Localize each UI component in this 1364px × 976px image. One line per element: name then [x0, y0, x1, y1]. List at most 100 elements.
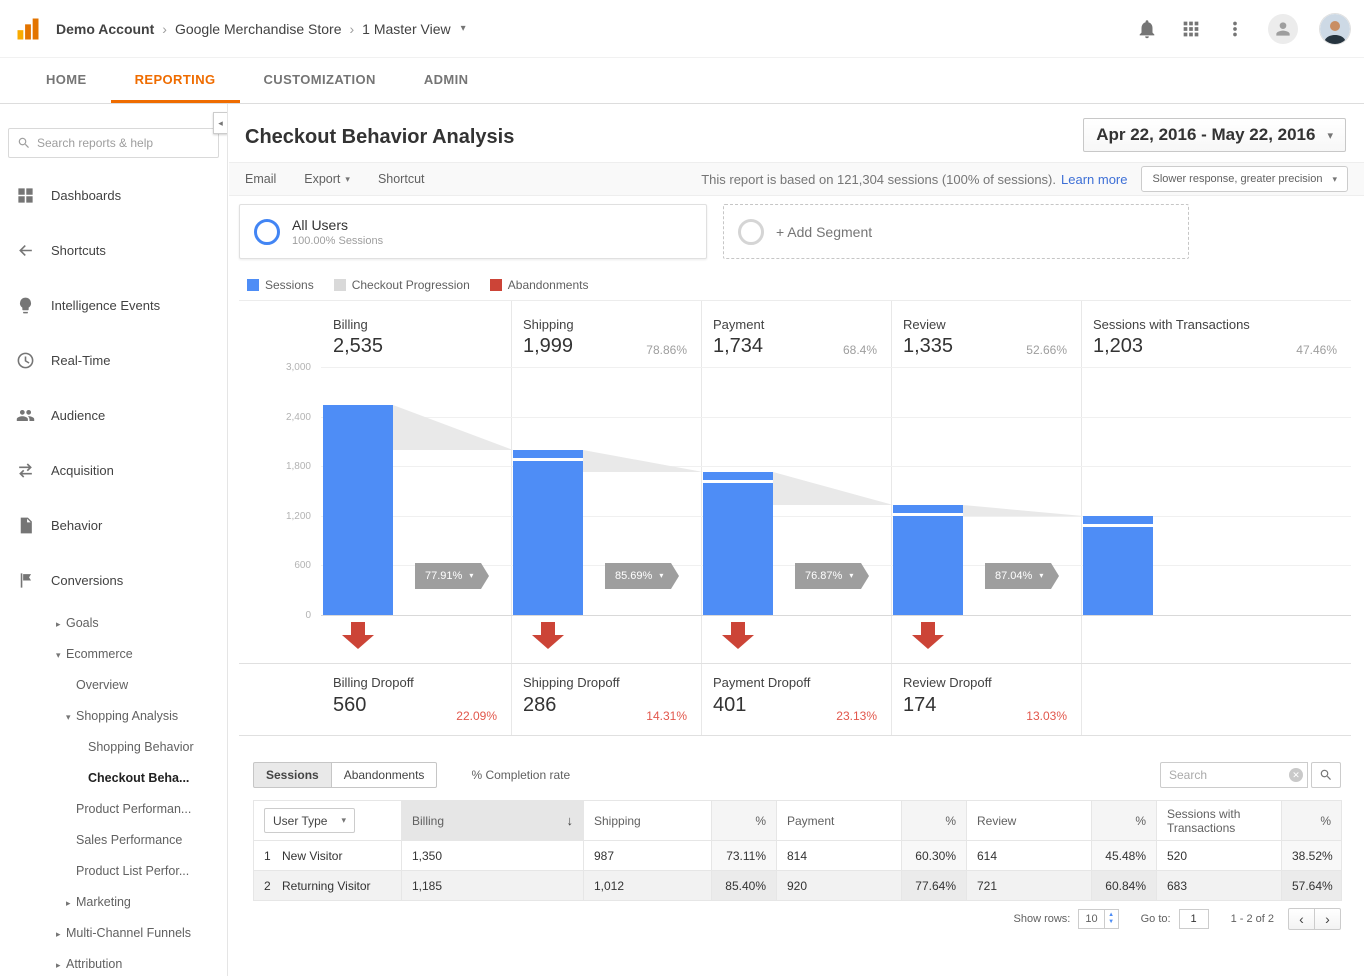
column-header-shipping[interactable]: Shipping: [584, 801, 712, 841]
spinner-arrows-icon[interactable]: ▲▼: [1105, 909, 1119, 929]
sidebar-item-product-performance[interactable]: Product Performan...: [0, 794, 227, 825]
funnel-bar-transactions[interactable]: [1083, 516, 1153, 615]
more-vertical-icon[interactable]: [1224, 18, 1246, 40]
account-avatar-icon[interactable]: [1268, 14, 1298, 44]
next-page-button[interactable]: ›: [1314, 908, 1341, 930]
clear-search-icon[interactable]: ✕: [1289, 768, 1303, 782]
sidebar-item-attribution[interactable]: ▸Attribution: [0, 949, 227, 976]
search-reports-input[interactable]: [37, 136, 210, 150]
topbar-actions: [1136, 14, 1350, 44]
goto-page-input[interactable]: [1179, 909, 1209, 929]
caret-icon: ▾: [66, 702, 76, 733]
sidebar-item-marketing[interactable]: ▸Marketing: [0, 887, 227, 918]
breadcrumb: Demo Account › Google Merchandise Store …: [56, 21, 466, 37]
tab-admin[interactable]: ADMIN: [400, 58, 493, 103]
legend-sessions: Sessions: [247, 278, 314, 292]
funnel-bar-payment[interactable]: [703, 472, 773, 615]
sidebar-item-real-time[interactable]: Real-Time: [0, 333, 227, 388]
sidebar-item-goals[interactable]: ▸Goals: [0, 608, 227, 639]
tree-item-label: Product List Perfor...: [76, 864, 189, 878]
sidebar-item-dashboards[interactable]: Dashboards: [0, 168, 227, 223]
user-type-dropdown[interactable]: User Type▾: [264, 808, 355, 833]
google-analytics-logo[interactable]: [14, 15, 42, 43]
sidebar-item-multi-channel-funnels[interactable]: ▸Multi-Channel Funnels: [0, 918, 227, 949]
email-button[interactable]: Email: [245, 172, 276, 186]
sidebar-item-checkout-behavior[interactable]: Checkout Beha...: [0, 763, 227, 794]
progression-rate-chip: 77.91%▾: [415, 563, 481, 589]
shortcut-button[interactable]: Shortcut: [378, 172, 425, 186]
main-content: Checkout Behavior Analysis Apr 22, 2016 …: [229, 104, 1364, 976]
column-header-shipping-pct[interactable]: %: [712, 801, 777, 841]
search-icon: [1319, 768, 1333, 782]
segment-all-users[interactable]: All Users 100.00% Sessions: [239, 204, 707, 259]
sidebar-item-acquisition[interactable]: Acquisition: [0, 443, 227, 498]
completion-rate-label[interactable]: % Completion rate: [471, 768, 570, 782]
funnel-bar-billing[interactable]: [323, 405, 393, 615]
sessions-note: This report is based on 121,304 sessions…: [701, 172, 1056, 187]
tab-reporting[interactable]: REPORTING: [111, 58, 240, 103]
funnel-bar-shipping[interactable]: [513, 450, 583, 615]
search-button[interactable]: [1311, 762, 1341, 788]
tab-home[interactable]: HOME: [22, 58, 111, 103]
sidebar-item-overview[interactable]: Overview: [0, 670, 227, 701]
breadcrumb-property[interactable]: Google Merchandise Store: [175, 21, 342, 37]
segments-row: All Users 100.00% Sessions + Add Segment: [239, 204, 1189, 259]
caret-icon: ▾: [56, 640, 66, 671]
sidebar-item-label: Dashboards: [51, 188, 121, 203]
sidebar-item-conversions[interactable]: Conversions: [0, 553, 227, 608]
chevron-down-icon[interactable]: ▾: [461, 23, 466, 34]
sidebar-item-sales-performance[interactable]: Sales Performance: [0, 825, 227, 856]
cell-shipping-pct: 85.40%: [712, 871, 777, 901]
table-tab-abandonments[interactable]: Abandonments: [331, 762, 438, 788]
column-header-review[interactable]: Review: [967, 801, 1092, 841]
funnel-bar-review[interactable]: [893, 505, 963, 615]
column-header-payment[interactable]: Payment: [777, 801, 902, 841]
chevron-down-icon: ▾: [345, 174, 350, 185]
previous-page-button[interactable]: ‹: [1288, 908, 1315, 930]
add-segment-button[interactable]: + Add Segment: [723, 204, 1189, 259]
legend-abandonments: Abandonments: [490, 278, 589, 292]
page-title: Checkout Behavior Analysis: [245, 126, 514, 149]
table-tab-sessions[interactable]: Sessions: [253, 762, 332, 788]
export-button[interactable]: Export▾: [304, 172, 350, 186]
date-range-picker[interactable]: Apr 22, 2016 - May 22, 2016 ▾: [1083, 118, 1346, 152]
tree-item-label: Attribution: [66, 957, 122, 971]
breadcrumb-view[interactable]: 1 Master View: [362, 21, 450, 37]
learn-more-link[interactable]: Learn more: [1061, 172, 1127, 187]
profile-photo-avatar[interactable]: [1320, 14, 1350, 44]
dropoff-billing: Billing Dropoff56022.09%: [321, 663, 511, 735]
show-rows-select[interactable]: 10 ▲▼: [1078, 909, 1118, 929]
sidebar-collapse-button[interactable]: ◂: [213, 112, 228, 134]
sidebar-item-audience[interactable]: Audience: [0, 388, 227, 443]
tree-item-label: Shopping Analysis: [76, 709, 178, 723]
sidebar: ◂ Dashboards Shortcuts Intelligence Even…: [0, 104, 228, 976]
sidebar-item-shopping-behavior[interactable]: Shopping Behavior: [0, 732, 227, 763]
search-icon: [17, 136, 31, 150]
sidebar-item-shortcuts[interactable]: Shortcuts: [0, 223, 227, 278]
column-header-transactions-pct[interactable]: %: [1282, 801, 1342, 841]
breadcrumb-account[interactable]: Demo Account: [56, 21, 154, 37]
column-header-review-pct[interactable]: %: [1092, 801, 1157, 841]
precision-dropdown[interactable]: Slower response, greater precision▾: [1141, 166, 1348, 192]
table-search-input[interactable]: [1160, 762, 1308, 788]
cell-transactions: 520: [1157, 841, 1282, 871]
sidebar-sections: Dashboards Shortcuts Intelligence Events…: [0, 168, 227, 608]
sidebar-item-product-list-performance[interactable]: Product List Perfor...: [0, 856, 227, 887]
sidebar-item-intelligence-events[interactable]: Intelligence Events: [0, 278, 227, 333]
cell-review: 614: [967, 841, 1092, 871]
cell-review-pct: 45.48%: [1092, 841, 1157, 871]
column-header-billing[interactable]: Billing↓: [402, 801, 584, 841]
apps-grid-icon[interactable]: [1180, 18, 1202, 40]
column-header-payment-pct[interactable]: %: [902, 801, 967, 841]
sidebar-item-shopping-analysis[interactable]: ▾Shopping Analysis: [0, 701, 227, 732]
people-icon: [16, 406, 35, 425]
segment-circle-icon: [254, 219, 280, 245]
notifications-bell-icon[interactable]: [1136, 18, 1158, 40]
column-header-transactions[interactable]: Sessions with Transactions: [1157, 801, 1282, 841]
cell-transactions-pct: 57.64%: [1282, 871, 1342, 901]
report-toolbar: Email Export▾ Shortcut This report is ba…: [229, 162, 1364, 196]
tab-customization[interactable]: CUSTOMIZATION: [240, 58, 400, 103]
sidebar-item-behavior[interactable]: Behavior: [0, 498, 227, 553]
chevron-down-icon: ▾: [341, 815, 346, 826]
sidebar-item-ecommerce[interactable]: ▾Ecommerce: [0, 639, 227, 670]
